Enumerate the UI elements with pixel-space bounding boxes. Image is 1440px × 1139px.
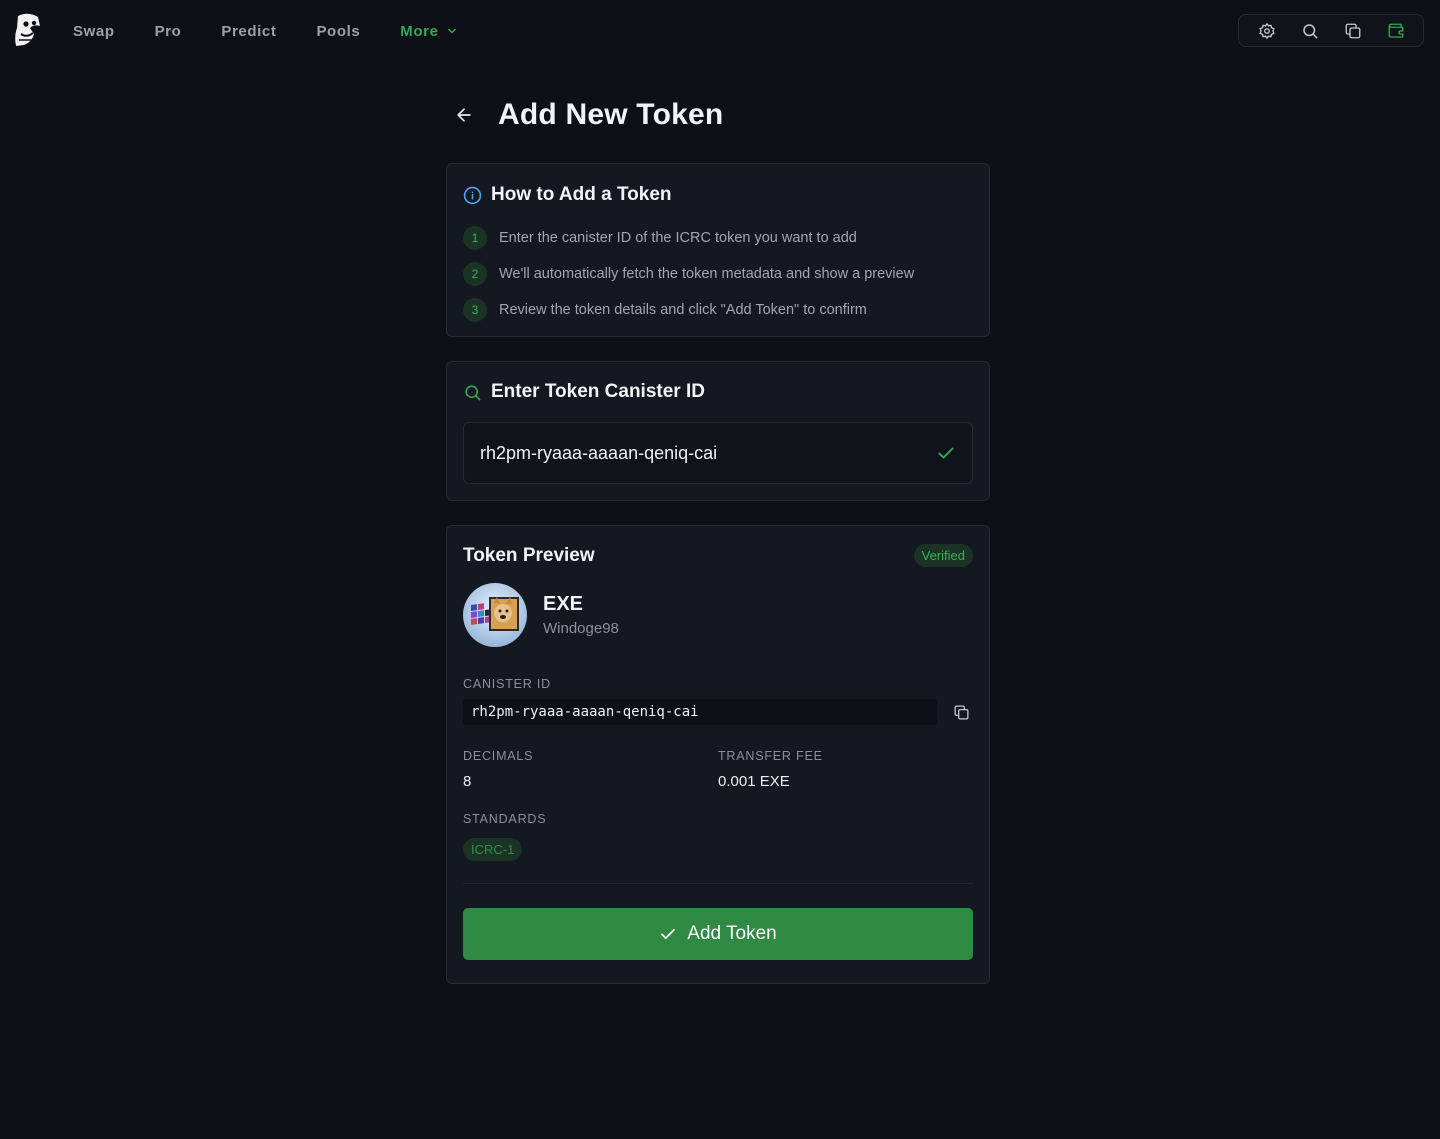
step-text: Review the token details and click "Add … bbox=[499, 302, 867, 318]
step-number: 3 bbox=[463, 298, 487, 322]
top-nav: Swap Pro Predict Pools More bbox=[0, 0, 1440, 62]
step-text: Enter the canister ID of the ICRC token … bbox=[499, 230, 857, 246]
verified-badge: Verified bbox=[913, 544, 973, 567]
token-logo-icon bbox=[463, 583, 527, 647]
token-preview-card: Token Preview Verified EXE Windoge98 CAN… bbox=[446, 525, 990, 984]
copy-canister-button[interactable] bbox=[949, 700, 973, 724]
toolbar bbox=[1238, 14, 1424, 47]
add-token-button[interactable]: Add Token bbox=[463, 908, 973, 960]
decimals-block: DECIMALS 8 bbox=[463, 749, 718, 790]
wallet-button[interactable] bbox=[1382, 17, 1410, 45]
token-details-grid: DECIMALS 8 TRANSFER FEE 0.001 EXE bbox=[463, 749, 973, 790]
nav-more[interactable]: More bbox=[400, 23, 456, 40]
token-summary: EXE Windoge98 bbox=[463, 583, 973, 647]
howto-title: How to Add a Token bbox=[463, 184, 973, 206]
search-button[interactable] bbox=[1296, 17, 1324, 45]
transfer-fee-value: 0.001 EXE bbox=[718, 773, 790, 790]
canister-input-title-text: Enter Token Canister ID bbox=[491, 381, 705, 402]
check-icon bbox=[938, 447, 954, 459]
nav-predict[interactable]: Predict bbox=[221, 23, 276, 40]
chevron-down-icon bbox=[447, 28, 456, 34]
token-symbol: EXE bbox=[543, 593, 584, 615]
app-logo-icon[interactable] bbox=[12, 12, 44, 48]
nav-pro[interactable]: Pro bbox=[155, 23, 182, 40]
check-icon bbox=[661, 928, 676, 940]
copy-icon bbox=[953, 704, 969, 720]
search-icon bbox=[465, 384, 481, 400]
canister-input-card: Enter Token Canister ID rh2pm-ryaaa-aaaa… bbox=[446, 361, 990, 501]
transfer-fee-block: TRANSFER FEE 0.001 EXE bbox=[718, 749, 973, 790]
page-header: Add New Token bbox=[446, 92, 990, 138]
info-icon bbox=[463, 186, 482, 204]
canister-input-title: Enter Token Canister ID bbox=[463, 381, 973, 403]
token-meta: EXE Windoge98 bbox=[543, 593, 619, 637]
step-number: 1 bbox=[463, 226, 487, 250]
standards-block: STANDARDS ICRC-1 bbox=[463, 812, 973, 861]
step-item: 2 We'll automatically fetch the token me… bbox=[463, 256, 973, 292]
preview-title: Token Preview bbox=[463, 544, 595, 566]
canister-id-value[interactable]: rh2pm-ryaaa-aaaan-qeniq-cai bbox=[480, 443, 717, 464]
standards-label: STANDARDS bbox=[463, 812, 547, 826]
add-token-label: Add Token bbox=[687, 923, 777, 944]
canister-id-code: rh2pm-ryaaa-aaaan-qeniq-cai bbox=[463, 699, 937, 725]
decimals-value: 8 bbox=[463, 773, 472, 790]
step-number: 2 bbox=[463, 262, 487, 286]
nav-pro-label: Pro bbox=[154, 22, 182, 40]
canister-id-input[interactable]: rh2pm-ryaaa-aaaan-qeniq-cai bbox=[463, 422, 973, 484]
howto-steps: 1 Enter the canister ID of the ICRC toke… bbox=[463, 220, 973, 328]
step-item: 3 Review the token details and click "Ad… bbox=[463, 292, 973, 328]
copy-icon bbox=[1345, 23, 1360, 38]
nav-pools-label: Pools bbox=[316, 22, 361, 40]
canister-id-row: rh2pm-ryaaa-aaaan-qeniq-cai bbox=[463, 699, 973, 725]
canister-id-label: CANISTER ID bbox=[463, 677, 551, 691]
nav-predict-label: Predict bbox=[221, 22, 277, 40]
step-item: 1 Enter the canister ID of the ICRC toke… bbox=[463, 220, 973, 256]
preview-header: Token Preview Verified bbox=[463, 544, 973, 567]
wallet-icon bbox=[1388, 23, 1403, 38]
nav-swap[interactable]: Swap bbox=[73, 23, 115, 40]
settings-button[interactable] bbox=[1253, 17, 1281, 45]
token-name: Windoge98 bbox=[543, 620, 619, 637]
decimals-label: DECIMALS bbox=[463, 749, 534, 763]
divider bbox=[463, 883, 973, 884]
transfer-fee-label: TRANSFER FEE bbox=[718, 749, 823, 763]
nav-more-label: More bbox=[400, 22, 439, 40]
search-icon bbox=[1302, 23, 1317, 38]
settings-icon bbox=[1258, 22, 1275, 39]
back-button[interactable] bbox=[446, 97, 482, 133]
page-title: Add New Token bbox=[498, 98, 724, 131]
arrow-left-icon bbox=[457, 108, 471, 122]
howto-title-text: How to Add a Token bbox=[491, 184, 672, 205]
howto-card: How to Add a Token 1 Enter the canister … bbox=[446, 163, 990, 337]
nav-pools[interactable]: Pools bbox=[316, 23, 360, 40]
step-text: We'll automatically fetch the token meta… bbox=[499, 266, 915, 282]
canister-id-block: CANISTER ID rh2pm-ryaaa-aaaan-qeniq-cai bbox=[463, 677, 973, 725]
nav-swap-label: Swap bbox=[73, 22, 115, 40]
copy-button[interactable] bbox=[1339, 17, 1367, 45]
nav-links: Swap Pro Predict Pools More bbox=[73, 0, 497, 62]
standard-badge: ICRC-1 bbox=[463, 838, 523, 861]
